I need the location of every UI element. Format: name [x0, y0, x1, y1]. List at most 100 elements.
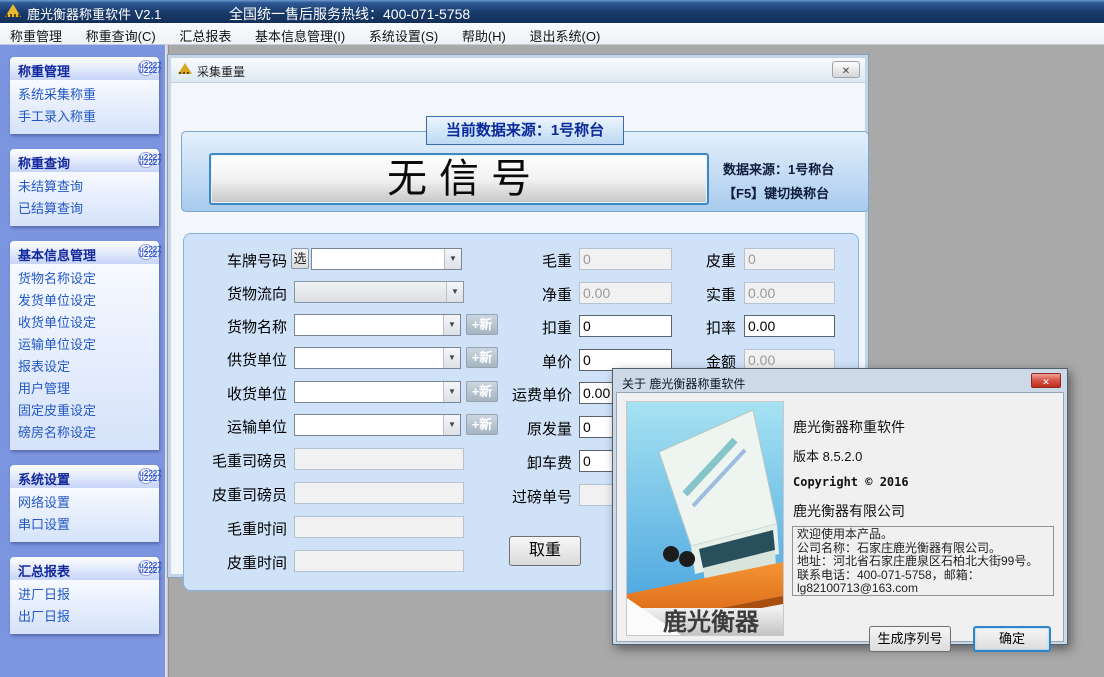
menu-bar: 称重管理 称重查询(C) 汇总报表 基本信息管理(I) 系统设置(S) 帮助(H…	[0, 23, 1104, 45]
tare-weight-field[interactable]	[744, 248, 835, 270]
generate-serial-button[interactable]: 生成序列号	[869, 626, 951, 652]
about-dialog-title: 关于 鹿光衡器称重软件	[622, 377, 745, 391]
scale-source-text: 数据来源：1号称台	[723, 159, 865, 183]
sidebar-header-summary-report[interactable]: 汇总报表	[10, 557, 159, 580]
receiver-label: 收货单位	[184, 383, 287, 404]
original-qty-label: 原发量	[454, 418, 572, 439]
sidebar-header-label: 系统设置	[18, 472, 70, 487]
tare-operator-field[interactable]	[294, 482, 464, 504]
actual-weight-label: 实重	[614, 284, 736, 305]
deduct-rate-label: 扣率	[614, 317, 736, 338]
app-titlebar: 鹿光衡器称重软件 V2.1 全国统一售后服务热线：400-071-5758	[0, 0, 1104, 23]
window-logo-icon	[178, 63, 192, 74]
tare-time-field[interactable]	[294, 550, 464, 572]
menu-basic-info[interactable]: 基本信息管理(I)	[245, 23, 355, 48]
sidebar-item-inbound-daily[interactable]: 进厂日报	[18, 584, 159, 606]
collapse-chevron-icon[interactable]	[138, 560, 154, 576]
sidebar-panel-weighing-manage: 称重管理 系统采集称重 手工录入称重	[10, 57, 159, 134]
sidebar-item-unsettled-query[interactable]: 未结算查询	[18, 176, 159, 198]
about-dialog-body: 鹿光衡器 鹿光衡器称重软件 版本 8.5.2.0 Copyright © 201…	[616, 392, 1064, 642]
sidebar: 称重管理 系统采集称重 手工录入称重 称重查询 未结算查询 已结算查询 基本信息…	[0, 45, 165, 677]
sidebar-item-fixed-tare[interactable]: 固定皮重设定	[18, 400, 159, 422]
copyright-text: Copyright © 2016	[793, 475, 909, 489]
tare-weight-label: 皮重	[614, 250, 736, 271]
plate-number-label: 车牌号码	[184, 250, 287, 271]
menu-help[interactable]: 帮助(H)	[452, 23, 516, 48]
deduct-rate-field[interactable]	[744, 315, 835, 337]
transporter-combobox[interactable]: ▼	[294, 414, 461, 436]
goods-name-label: 货物名称	[184, 316, 287, 337]
sidebar-item-system-collect[interactable]: 系统采集称重	[18, 84, 159, 106]
current-source-label: 当前数据来源：1号称台	[426, 116, 624, 145]
pick-plate-button[interactable]: 选	[291, 248, 309, 269]
tare-time-label: 皮重时间	[184, 552, 287, 573]
sidebar-header-system-settings[interactable]: 系统设置	[10, 465, 159, 488]
deduct-weight-label: 扣重	[454, 317, 572, 338]
sidebar-item-report-setting[interactable]: 报表设定	[18, 356, 159, 378]
close-icon[interactable]	[1031, 373, 1061, 388]
take-weight-button[interactable]: 取重	[509, 536, 581, 566]
net-weight-label: 净重	[454, 284, 572, 305]
sidebar-item-goods-name[interactable]: 货物名称设定	[18, 268, 159, 290]
menu-exit[interactable]: 退出系统(O)	[520, 23, 611, 48]
menu-system-settings[interactable]: 系统设置(S)	[359, 23, 448, 48]
collapse-chevron-icon[interactable]	[138, 244, 154, 260]
supplier-combobox[interactable]: ▼	[294, 347, 461, 369]
ok-button[interactable]: 确定	[973, 626, 1051, 652]
about-dialog: 关于 鹿光衡器称重软件	[612, 368, 1068, 645]
truck-logo-text: 鹿光衡器	[663, 607, 760, 635]
sidebar-item-manual-entry[interactable]: 手工录入称重	[18, 106, 159, 128]
receiver-combobox[interactable]: ▼	[294, 381, 461, 403]
sidebar-item-weighhouse-name[interactable]: 磅房名称设定	[18, 422, 159, 444]
menu-summary-report[interactable]: 汇总报表	[169, 23, 241, 48]
supplier-label: 供货单位	[184, 349, 287, 370]
about-dialog-titlebar: 关于 鹿光衡器称重软件	[616, 372, 1064, 392]
sidebar-item-transport-unit[interactable]: 运输单位设定	[18, 334, 159, 356]
weight-display: 无信号	[209, 153, 709, 205]
goods-name-combobox[interactable]: ▼	[294, 314, 461, 336]
sidebar-item-user-manage[interactable]: 用户管理	[18, 378, 159, 400]
sidebar-item-serial-settings[interactable]: 串口设置	[18, 514, 159, 536]
collapse-chevron-icon[interactable]	[138, 152, 154, 168]
hotline-text: 全国统一售后服务热线：400-071-5758	[229, 4, 470, 24]
gross-operator-label: 毛重司磅员	[184, 450, 287, 471]
unload-fee-label: 卸车费	[454, 452, 572, 473]
close-icon[interactable]	[832, 61, 860, 78]
sidebar-item-sender-unit[interactable]: 发货单位设定	[18, 290, 159, 312]
sidebar-item-outbound-daily[interactable]: 出厂日报	[18, 606, 159, 628]
collapse-chevron-icon[interactable]	[138, 468, 154, 484]
collapse-chevron-icon[interactable]	[138, 60, 154, 76]
freight-price-label: 运费单价	[454, 384, 572, 405]
gross-operator-field[interactable]	[294, 448, 464, 470]
sidebar-header-label: 称重查询	[18, 156, 70, 171]
app-screen: 鹿光衡器称重软件 V2.1 全国统一售后服务热线：400-071-5758 称重…	[0, 0, 1104, 677]
sidebar-header-weighing-query[interactable]: 称重查询	[10, 149, 159, 172]
sidebar-panel-summary-report: 汇总报表 进厂日报 出厂日报	[10, 557, 159, 634]
collect-weight-titlebar: 采集重量	[171, 58, 865, 83]
weight-display-text: 无信号	[211, 155, 707, 203]
product-name: 鹿光衡器称重软件	[793, 417, 905, 437]
gross-weight-label: 毛重	[454, 250, 572, 271]
sidebar-item-receiver-unit[interactable]: 收货单位设定	[18, 312, 159, 334]
sidebar-panel-weighing-query: 称重查询 未结算查询 已结算查询	[10, 149, 159, 226]
transporter-label: 运输单位	[184, 416, 287, 437]
sidebar-header-weighing-manage[interactable]: 称重管理	[10, 57, 159, 80]
company-info-box: 欢迎使用本产品。 公司名称：石家庄鹿光衡器有限公司。 地址：河北省石家庄鹿泉区石…	[792, 526, 1054, 596]
sidebar-header-label: 称重管理	[18, 64, 70, 79]
sidebar-item-settled-query[interactable]: 已结算查询	[18, 198, 159, 220]
plate-number-combobox[interactable]: ▼	[311, 248, 462, 270]
scale-switch-hint: 【F5】键切换称台	[723, 183, 865, 207]
unit-price-label: 单价	[454, 351, 572, 372]
sidebar-header-basic-info[interactable]: 基本信息管理	[10, 241, 159, 264]
sidebar-panel-basic-info: 基本信息管理 货物名称设定 发货单位设定 收货单位设定 运输单位设定 报表设定 …	[10, 241, 159, 450]
truck-image: 鹿光衡器	[626, 401, 784, 636]
sidebar-header-label: 基本信息管理	[18, 248, 96, 263]
goods-flow-combobox[interactable]: ▼	[294, 281, 464, 303]
gross-time-label: 毛重时间	[184, 518, 287, 539]
actual-weight-field[interactable]	[744, 282, 835, 304]
sidebar-panel-system-settings: 系统设置 网络设置 串口设置	[10, 465, 159, 542]
sidebar-item-network-settings[interactable]: 网络设置	[18, 492, 159, 514]
gross-time-field[interactable]	[294, 516, 464, 538]
app-title: 鹿光衡器称重软件 V2.1	[27, 4, 161, 23]
app-logo-icon	[5, 4, 21, 17]
